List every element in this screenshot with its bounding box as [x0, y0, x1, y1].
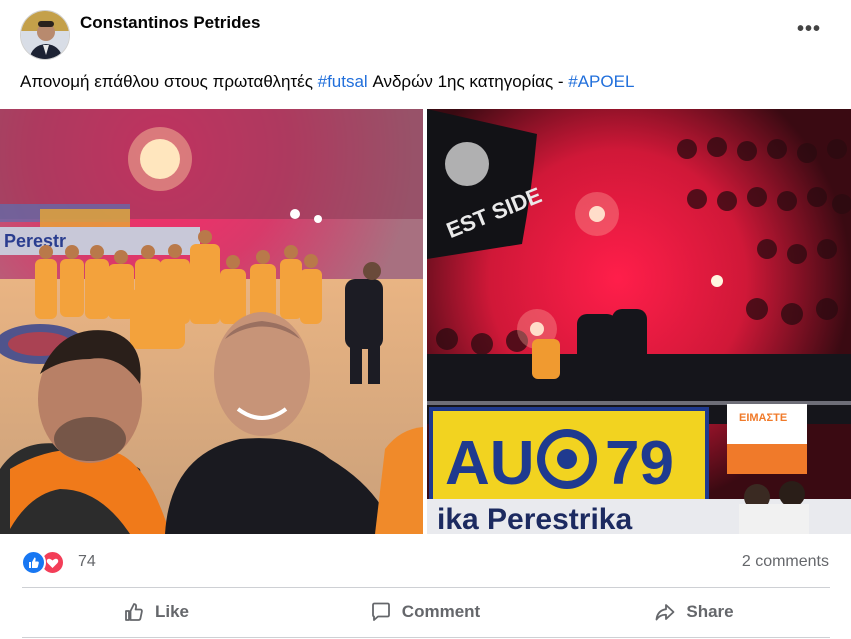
- divider-bottom: [22, 637, 830, 638]
- like-reaction-icon: [21, 550, 46, 575]
- post-text: Απονομή επάθλου στους πρωταθλητές #futsa…: [20, 72, 634, 92]
- arena-banner-text: Perestr: [4, 231, 66, 251]
- reaction-count[interactable]: 74: [78, 553, 96, 571]
- comment-button[interactable]: Comment: [290, 591, 560, 633]
- post-photo-selfie[interactable]: Perestr: [0, 109, 423, 534]
- post-photo-fans[interactable]: EST SIDE AU 79 ΕΙΜΑΣΤΕ ika Perestrika: [427, 109, 851, 534]
- post-text-middle: Ανδρών 1ης κατηγορίας -: [367, 72, 569, 91]
- hashtag-futsal[interactable]: #futsal: [318, 72, 368, 91]
- post-card: Constantinos Petrides ••• Απονομή επάθλο…: [0, 0, 851, 639]
- reaction-icons[interactable]: [21, 550, 73, 575]
- like-label: Like: [154, 602, 190, 621]
- orange-banner-text: ΕΙΜΑΣΤΕ: [739, 412, 787, 424]
- share-icon: [655, 604, 675, 621]
- hashtag-apoel[interactable]: #APOEL: [568, 72, 634, 91]
- comment-icon: [371, 602, 390, 621]
- share-button[interactable]: Share: [560, 591, 828, 633]
- comments-count-link[interactable]: 2 comments: [742, 553, 829, 571]
- like-icon: [125, 603, 143, 621]
- banner-right-text: 79: [605, 429, 674, 498]
- banner-left-text: AU: [445, 429, 535, 498]
- avatar-image: [21, 11, 69, 59]
- author-avatar[interactable]: [20, 10, 70, 60]
- divider: [22, 587, 830, 588]
- share-label: Share: [686, 602, 734, 621]
- sponsor-board-text: ika Perestrika: [437, 503, 632, 534]
- selfie-photo-image: Perestr: [0, 109, 423, 534]
- reaction-stats: 74 2 comments: [0, 544, 851, 580]
- post-text-prefix: Απονομή επάθλου στους πρωταθλητές: [20, 72, 318, 91]
- comment-label: Comment: [401, 602, 481, 621]
- like-button[interactable]: Like: [22, 591, 290, 633]
- author-name[interactable]: Constantinos Petrides: [80, 13, 260, 33]
- more-options-icon[interactable]: •••: [797, 18, 821, 41]
- fans-photo-image: EST SIDE AU 79 ΕΙΜΑΣΤΕ ika Perestrika: [427, 109, 851, 534]
